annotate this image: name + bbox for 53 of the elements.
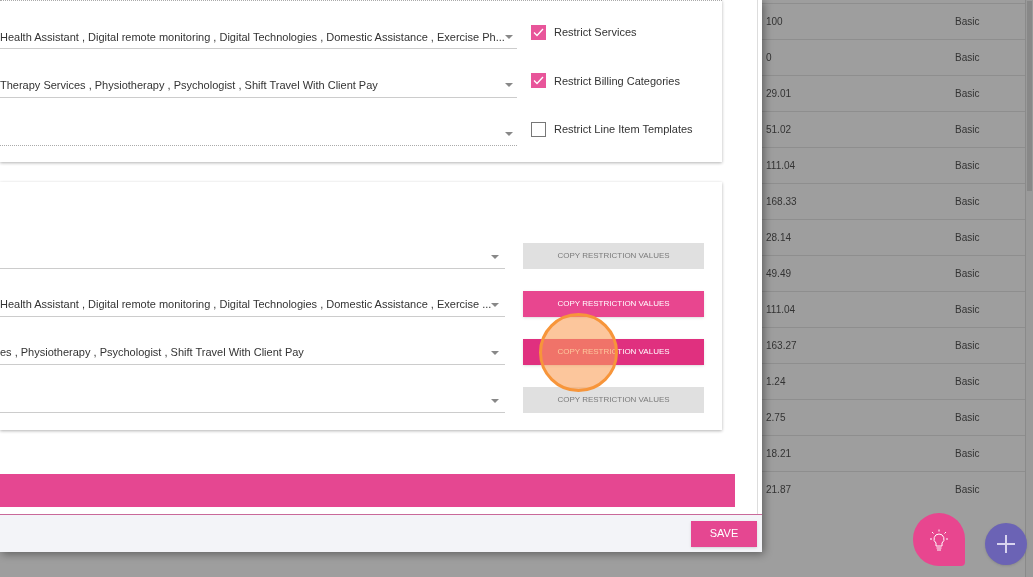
- checkbox[interactable]: [531, 73, 546, 89]
- table-cell-text: Basic: [955, 375, 980, 389]
- checkbox[interactable]: [531, 24, 546, 40]
- table-cell-text: 163.27: [766, 339, 798, 353]
- table-cell-text: Basic: [955, 447, 980, 461]
- table-cell-text: 29.01: [766, 87, 793, 101]
- table-cell-text: 111.04: [766, 159, 797, 173]
- table-cell-text: Basic: [955, 483, 980, 497]
- table-cell-text: Basic: [955, 339, 980, 353]
- checkbox-label: Restrict Line Item Templates: [554, 122, 693, 137]
- plus-icon: [996, 534, 1016, 554]
- checkbox-label: Restrict Services: [554, 25, 637, 40]
- check-icon: [533, 76, 544, 86]
- table-cell-text: Basic: [955, 51, 980, 65]
- table-cell-text: Basic: [955, 267, 980, 281]
- dropdown-caret-icon: [491, 398, 499, 403]
- table-cell-text: 2.75: [766, 411, 787, 425]
- table-cell-text: 49.49: [766, 267, 793, 281]
- dropdown-caret-icon: [491, 254, 499, 259]
- checkbox-label: Restrict Billing Categories: [554, 73, 680, 89]
- lightbulb-icon: [929, 528, 949, 551]
- dropdown-caret-icon: [505, 34, 513, 39]
- table-cell-text: 21.87: [766, 483, 793, 497]
- dropdown-caret-icon: [491, 302, 500, 307]
- table-cell-text: Basic: [955, 411, 980, 425]
- table-cell-text: Basic: [955, 195, 980, 209]
- table-cell-text: 28.14: [766, 231, 793, 245]
- table-cell-text: 18.21: [766, 447, 793, 461]
- table-cell-text: Basic: [955, 123, 980, 137]
- table-cell-text: 168.33: [766, 195, 798, 209]
- dropdown-caret-icon: [505, 131, 513, 136]
- table-cell-text: 0: [766, 51, 773, 65]
- table-cell-text: Basic: [955, 231, 980, 245]
- select-field[interactable]: es , Physiotherapy , Psychologist , Shift Travel With Client Pay: [0, 341, 505, 365]
- select-field[interactable]: Health Assistant , Digital remote monitoring , Digital Technologies , Domestic Assistance , Exercise Ph...: [0, 25, 517, 50]
- select-field[interactable]: Therapy Services , Physiotherapy , Psychologist , Shift Travel With Client Pay: [0, 73, 517, 98]
- table-cell-text: 1.24: [766, 375, 787, 389]
- dropdown-caret-icon: [505, 83, 513, 88]
- scrollbar[interactable]: [1025, 0, 1033, 577]
- save-button[interactable]: SAVE: [691, 520, 757, 547]
- check-icon: [533, 27, 544, 37]
- select-field[interactable]: Health Assistant , Digital remote monitoring , Digital Technologies , Domestic Assistance , Exercise ...: [0, 293, 505, 317]
- table-cell-text: 51.02: [766, 123, 793, 137]
- table-cell-text: Basic: [955, 303, 980, 317]
- add-button[interactable]: [985, 523, 1027, 565]
- table-cell-text: Basic: [955, 15, 980, 29]
- copy-restriction-values-button[interactable]: COPY RESTRICTION VALUES: [523, 291, 704, 317]
- table-cell-text: 100: [766, 15, 784, 29]
- table-cell-text: 111.04: [766, 303, 797, 317]
- table-cell-text: Basic: [955, 87, 980, 101]
- dropdown-caret-icon: [491, 350, 499, 355]
- table-cell-text: Basic: [955, 159, 980, 173]
- lightbulb-button[interactable]: [913, 513, 965, 566]
